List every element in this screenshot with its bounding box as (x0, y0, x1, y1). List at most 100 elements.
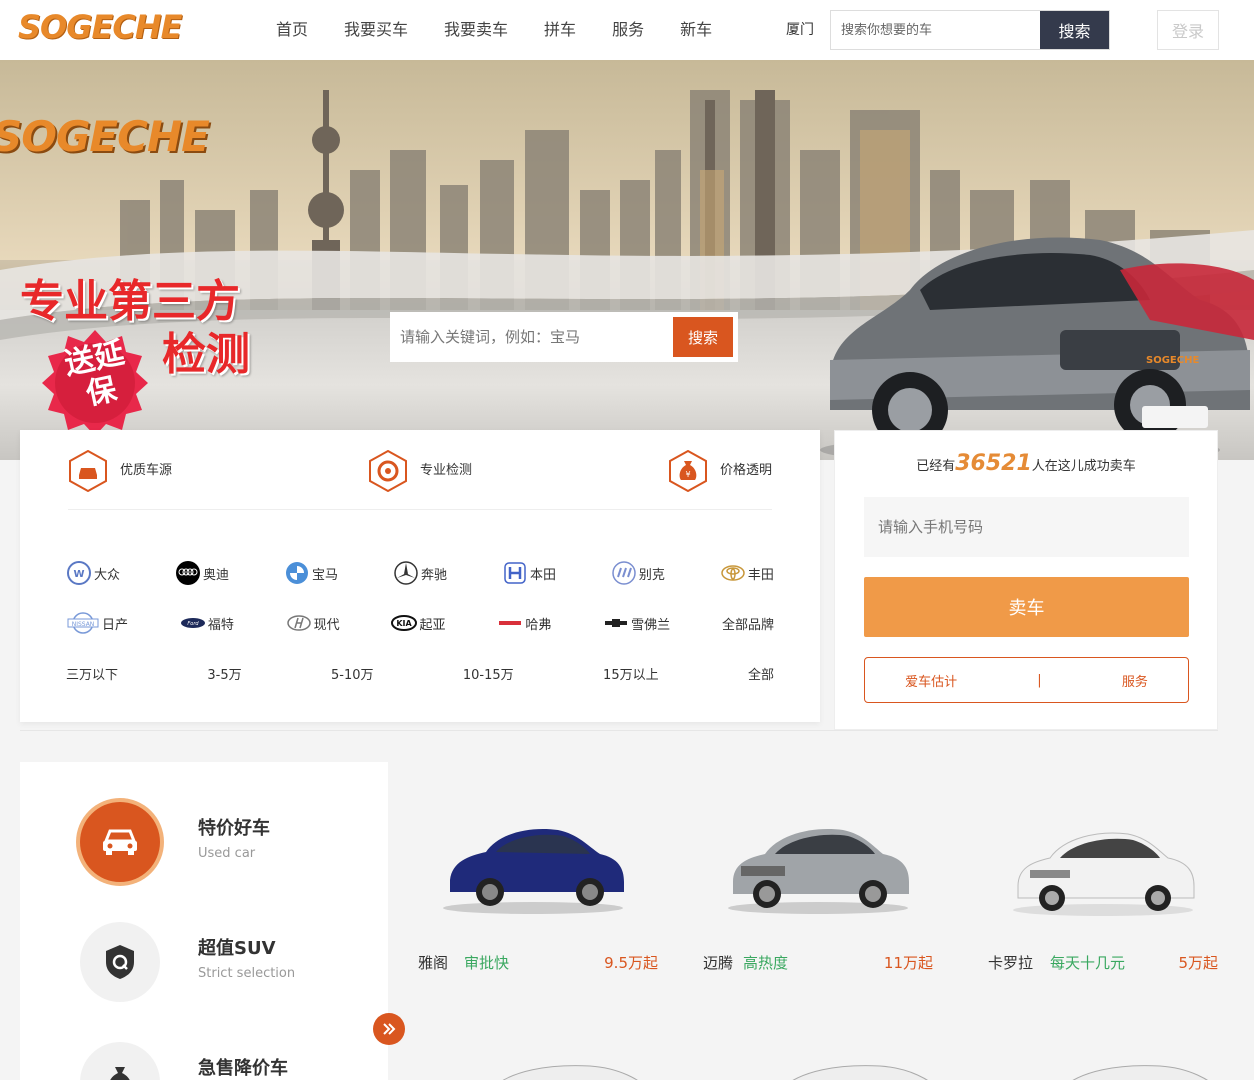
filter-panel: 优质车源 专业检测 ¥ 价格透明 W 大众 奥迪 宝马 奔驰 本田 别克 丰田 … (20, 430, 820, 722)
brand-mercedes[interactable]: 奔驰 (393, 560, 447, 586)
car-name: 雅阁 (418, 954, 449, 972)
car-front-icon (103, 829, 137, 855)
city-selector[interactable]: 厦门 (786, 0, 814, 60)
brand-chevrolet[interactable]: 雪佛兰 (603, 610, 670, 636)
category-subtitle: Strict selection (198, 966, 296, 981)
section-divider (20, 730, 1218, 731)
car-price: 5万起 (1178, 954, 1218, 972)
nav-carpool[interactable]: 拼车 (544, 0, 576, 60)
brand-all[interactable]: 全部品牌 (722, 614, 774, 633)
category-subtitle: Used car (198, 846, 256, 861)
brand-row: W 大众 奥迪 宝马 奔驰 本田 别克 丰田 (66, 548, 774, 598)
sell-car-button[interactable]: 卖车 (864, 577, 1189, 637)
feature-quality-source: 优质车源 (68, 450, 172, 509)
money-bag-icon (110, 1067, 130, 1080)
volkswagen-logo-icon: W (67, 561, 91, 585)
price-range-option[interactable]: 5-10万 (331, 664, 374, 683)
brand-audi[interactable]: 奥迪 (175, 560, 229, 586)
brand-label: 全部品牌 (721, 617, 774, 633)
brand-buick[interactable]: 别克 (611, 560, 665, 586)
nissan-logo-icon: NISSAN (67, 612, 99, 634)
shield-q-icon (106, 945, 134, 979)
phone-input[interactable] (864, 497, 1189, 557)
top-header: SOGECHE 首页 我要买车 我要卖车 拼车 服务 新车 厦门 搜索 登录 (0, 0, 1254, 60)
brand-label: 大众 (94, 567, 121, 583)
car-card[interactable]: 迈腾 高热度 11万起 (703, 800, 933, 980)
category-suv[interactable]: 超值SUV Strict selection (80, 922, 380, 1002)
car-tag: 高热度 (743, 954, 789, 972)
feature-label: 优质车源 (120, 463, 173, 478)
car-icon (69, 450, 107, 492)
brand-label: 本田 (529, 567, 556, 583)
nav-buy-car[interactable]: 我要买车 (344, 0, 408, 60)
toyota-logo-icon (721, 565, 745, 581)
header-search-button[interactable]: 搜索 (1040, 11, 1109, 49)
sell-count-text: 已经有36521人在这儿成功卖车 (835, 451, 1217, 476)
price-range-option[interactable]: 三万以下 (66, 664, 118, 683)
mercedes-logo-icon (394, 561, 418, 585)
brand-kia[interactable]: KIA 起亚 (391, 610, 446, 636)
car-valuation-link[interactable]: 爱车估计 (905, 671, 957, 690)
header-search-input[interactable] (831, 11, 1040, 49)
feature-list: 优质车源 专业检测 ¥ 价格透明 (68, 450, 772, 510)
haval-logo-icon (499, 621, 522, 625)
site-logo[interactable]: SOGECHE (18, 8, 182, 46)
sell-count-number: 36521 (955, 451, 1032, 476)
feature-label: 专业检测 (419, 463, 472, 478)
category-list: 特价好车 Used car 超值SUV Strict selection 急售降… (20, 762, 388, 1080)
car-name: 迈腾 (703, 954, 734, 972)
main-nav: 首页 我要买车 我要卖车 拼车 服务 新车 (276, 0, 748, 60)
brand-hyundai[interactable]: 现代 (286, 610, 340, 636)
login-button[interactable]: 登录 (1157, 10, 1219, 50)
category-title: 特价好车 (198, 818, 270, 839)
brand-haval[interactable]: 哈弗 (497, 610, 551, 636)
car-plate-text: SOGECHE (1146, 355, 1200, 366)
car-price: 9.5万起 (604, 954, 658, 972)
car-tag: 每天十几元 (1050, 954, 1126, 972)
category-special-offer[interactable]: 特价好车 Used car (80, 802, 380, 882)
nav-new-car[interactable]: 新车 (680, 0, 712, 60)
svg-text:Ford: Ford (187, 621, 199, 627)
car-image (728, 829, 909, 914)
svg-text:NISSAN: NISSAN (72, 621, 95, 628)
svg-text:W: W (73, 569, 84, 580)
banner-search-button[interactable]: 搜索 (673, 317, 733, 357)
feature-transparent-price: ¥ 价格透明 (668, 450, 772, 509)
brand-label: 丰田 (747, 567, 774, 583)
price-range-option[interactable]: 10-15万 (463, 664, 514, 683)
brand-label: 哈弗 (525, 617, 552, 633)
brand-toyota[interactable]: 丰田 (720, 560, 774, 586)
service-link[interactable]: 服务 (1122, 671, 1148, 690)
price-range-option[interactable]: 3-5万 (207, 664, 241, 683)
banner-search-input[interactable] (400, 328, 673, 346)
car-card[interactable]: 卡罗拉 每天十几元 5万起 (988, 800, 1218, 980)
svg-text:¥: ¥ (685, 470, 690, 479)
car-image-partial (792, 1065, 928, 1080)
brand-nissan[interactable]: NISSAN 日产 (66, 610, 128, 636)
feature-label: 价格透明 (719, 463, 772, 478)
brand-bmw[interactable]: 宝马 (284, 560, 338, 586)
next-arrow-button[interactable] (373, 1013, 405, 1045)
category-icon-wrap (80, 1042, 160, 1080)
category-price-drop[interactable]: 急售降价车 (80, 1042, 380, 1080)
price-range-option[interactable]: 15万以上 (603, 664, 659, 683)
car-card[interactable]: 雅阁 审批快 9.5万起 (418, 800, 658, 980)
price-range-option[interactable]: 全部 (748, 664, 774, 683)
nav-service[interactable]: 服务 (612, 0, 644, 60)
car-image (1013, 832, 1195, 916)
nav-home[interactable]: 首页 (276, 0, 308, 60)
nav-sell-car[interactable]: 我要卖车 (444, 0, 508, 60)
brand-label: 奔驰 (420, 567, 447, 583)
link-separator: | (1037, 672, 1042, 688)
car-name: 卡罗拉 (988, 954, 1034, 972)
car-image-partial (502, 1065, 638, 1080)
price-range-row: 三万以下 3-5万 5-10万 10-15万 15万以上 全部 (66, 648, 774, 698)
sell-links: 爱车估计 | 服务 (864, 657, 1189, 703)
brand-honda[interactable]: 本田 (502, 560, 556, 586)
car-price: 11万起 (883, 954, 933, 972)
hero-banner: SOGECHE 专业第三方 检测 送延保 SOGECHE 搜索 (0, 60, 1254, 460)
sell-count-prefix: 已经有 (916, 459, 956, 474)
bmw-logo-icon (285, 562, 308, 584)
brand-volkswagen[interactable]: W 大众 (66, 560, 120, 586)
brand-ford[interactable]: Ford 福特 (180, 610, 234, 636)
